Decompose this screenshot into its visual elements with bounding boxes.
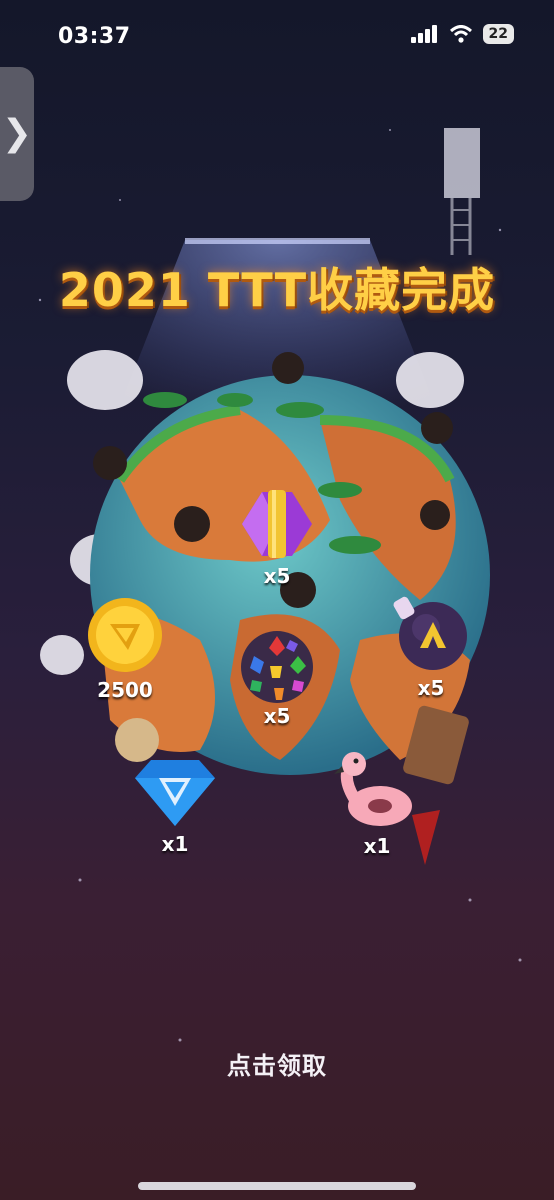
reward-bomb: x5 [386,592,476,700]
flamingo-float-icon [334,752,412,826]
wifi-icon [449,25,472,43]
purple-gem-icon [242,490,312,558]
reward-quantity: x5 [417,676,445,700]
status-bar: 03:37 22 [0,0,554,74]
reward-blue-gem: x1 [130,756,220,856]
clock: 03:37 [58,24,131,49]
reward-quantity: x1 [161,832,189,856]
page-title: 2021 TTT收藏完成 [58,263,496,317]
color-ball-icon [241,631,313,703]
side-panel-toggle[interactable]: ❯ [0,67,34,201]
reward-quantity: x5 [263,564,291,588]
claim-button[interactable]: 点击领取 [0,1046,554,1081]
coin-icon [88,598,162,672]
reward-quantity: 2500 [97,678,153,702]
battery-icon: 22 [482,24,514,44]
bomb-icon [393,596,467,670]
home-indicator[interactable] [138,1182,416,1190]
chevron-right-icon: ❯ [1,113,33,154]
reward-color-ball: x5 [232,622,322,728]
status-icons: 22 [410,24,514,44]
reward-flamingo: x1 [332,748,422,858]
reward-purple-gem: x5 [232,484,322,588]
reward-quantity: x1 [363,834,391,858]
reward-coin: 2500 [80,596,170,702]
signal-icon [410,25,437,43]
blue-gem-icon [135,760,215,826]
door-ladder-icon [444,128,480,255]
